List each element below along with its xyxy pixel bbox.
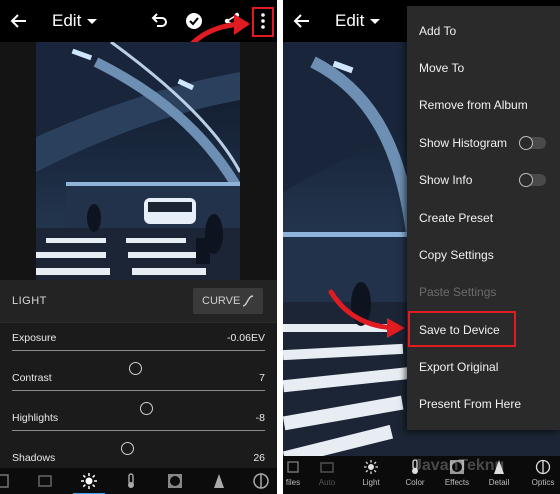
menu-item-show-histogram[interactable]: Show Histogram [407, 125, 560, 162]
tool-label: Light [362, 478, 380, 487]
color-icon[interactable] [122, 472, 140, 490]
save-to-device-highlight [408, 311, 516, 347]
tool-label: Detail [488, 478, 510, 487]
left-screen: Edit LIGHT CURVE Exposure -0.06EV Contra… [0, 0, 277, 494]
edit-panel: LIGHT CURVE Exposure -0.06EV Contrast 7 [0, 280, 277, 494]
edit-tools-bar [0, 468, 277, 494]
optics-icon [535, 459, 551, 475]
menu-item-label: Export Original [419, 360, 499, 374]
slider-label: Shadows [12, 452, 56, 464]
menu-item-paste-settings: Paste Settings [407, 274, 560, 311]
optics-icon[interactable] [252, 472, 270, 490]
red-arrow-pointer [328, 289, 405, 338]
slider-label: Contrast [12, 372, 52, 384]
chevron-down-icon [87, 19, 98, 25]
contrast-slider[interactable]: Contrast 7 [0, 372, 277, 415]
tool-label: Auto [318, 478, 336, 487]
back-arrow-icon[interactable] [10, 12, 28, 30]
tool-label: Optics [531, 478, 555, 487]
chevron-down-icon [370, 19, 381, 25]
slider-value: -8 [255, 412, 265, 424]
slider-label: Highlights [12, 412, 59, 424]
slider-value: 26 [253, 452, 265, 464]
menu-item-label: Paste Settings [419, 285, 497, 299]
watermark: JavanTeknu [413, 457, 505, 474]
tool-auto[interactable]: Auto [307, 459, 347, 487]
light-section-header: LIGHT CURVE [0, 280, 277, 322]
light-icon [364, 460, 378, 474]
curve-button[interactable]: CURVE [193, 288, 263, 314]
edit-mode-dropdown[interactable]: Edit [52, 11, 98, 31]
menu-item-label: Show Histogram [419, 136, 508, 150]
tool-optics[interactable]: Optics [523, 459, 560, 487]
menu-item-label: Create Preset [419, 211, 494, 225]
menu-item-move-to[interactable]: Move To [407, 50, 560, 87]
slider-track[interactable] [12, 430, 265, 455]
crop-icon[interactable] [36, 472, 54, 490]
slider-value: -0.06EV [227, 332, 265, 344]
slider-value: 7 [259, 372, 265, 384]
profiles-icon [287, 461, 299, 473]
exposure-slider[interactable]: Exposure -0.06EV [0, 332, 277, 375]
edit-title: Edit [52, 11, 82, 30]
menu-item-label: Add To [419, 24, 457, 38]
detail-icon[interactable] [210, 472, 228, 490]
menu-item-copy-settings[interactable]: Copy Settings [407, 237, 560, 274]
curve-button-label: CURVE [202, 295, 241, 307]
menu-item-create-preset[interactable]: Create Preset [407, 200, 560, 237]
menu-item-label: Remove from Album [419, 98, 528, 112]
light-tool[interactable] [73, 472, 105, 494]
menu-item-label: Move To [419, 61, 465, 75]
more-options-menu: Add To Move To Remove from Album Show Hi… [407, 6, 560, 430]
presets-icon[interactable] [0, 472, 12, 490]
menu-item-present-from-here[interactable]: Present From Here [407, 386, 560, 423]
menu-item-remove-from-album[interactable]: Remove from Album [407, 87, 560, 124]
histogram-toggle[interactable] [519, 136, 546, 150]
menu-item-show-info[interactable]: Show Info [407, 162, 560, 199]
tool-light[interactable]: Light [351, 459, 391, 487]
curve-icon [242, 295, 254, 307]
slider-track[interactable] [12, 350, 265, 375]
right-screen: Edit files Auto Light Color Effects Deta… [283, 0, 560, 494]
menu-item-label: Show Info [419, 173, 473, 187]
vignette-icon[interactable] [166, 472, 184, 490]
menu-item-label: Present From Here [419, 397, 522, 411]
tool-label: Color [405, 478, 425, 487]
slider-label: Exposure [12, 332, 57, 344]
light-section-label: LIGHT [12, 295, 47, 307]
tool-label: Effects [444, 478, 470, 487]
auto-icon [320, 462, 334, 473]
more-options-highlight [252, 7, 274, 37]
menu-item-label: Copy Settings [419, 248, 494, 262]
slider-track[interactable] [12, 390, 265, 415]
highlights-slider[interactable]: Highlights -8 [0, 412, 277, 455]
back-arrow-icon[interactable] [293, 12, 311, 30]
light-icon [81, 473, 97, 489]
edit-title: Edit [335, 11, 365, 30]
info-toggle[interactable] [519, 173, 546, 187]
photo-preview [36, 42, 240, 280]
divider [0, 322, 277, 323]
menu-item-add-to[interactable]: Add To [407, 13, 560, 50]
undo-icon[interactable] [148, 11, 168, 31]
edit-mode-dropdown[interactable]: Edit [335, 11, 381, 31]
menu-item-export-original[interactable]: Export Original [407, 349, 560, 386]
